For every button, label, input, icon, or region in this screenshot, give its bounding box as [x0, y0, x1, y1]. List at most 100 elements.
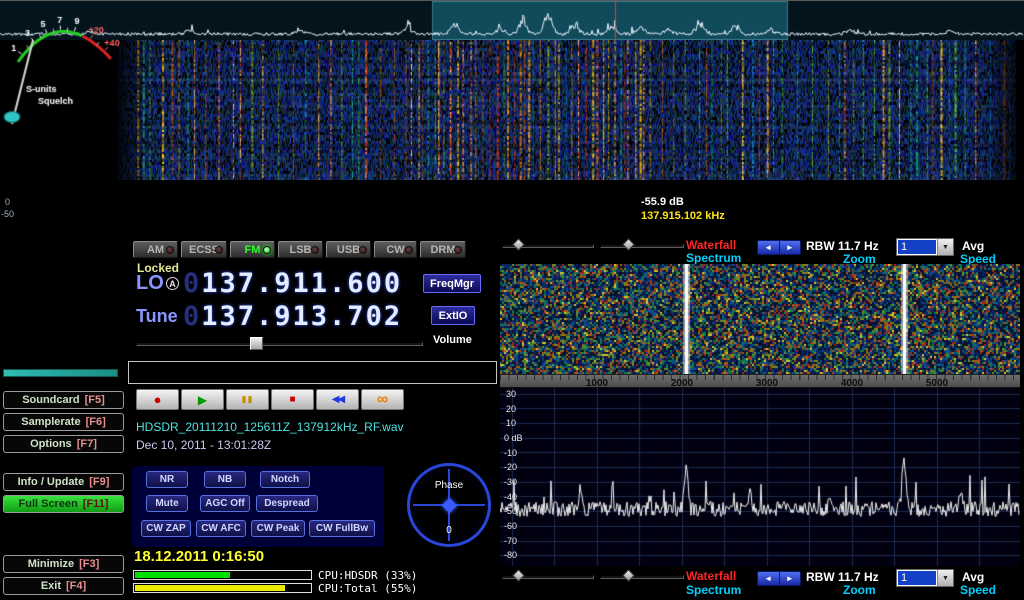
volume-slider-thumb[interactable]	[250, 337, 263, 350]
cw-zap-button[interactable]: CW ZAP	[141, 520, 191, 537]
options-button[interactable]: Options[F7]	[3, 435, 124, 453]
nb-button[interactable]: NB	[204, 471, 246, 488]
minimize-button[interactable]: Minimize[F3]	[3, 555, 124, 573]
mode-label: DRM	[430, 244, 455, 256]
mode-label: CW	[386, 244, 404, 256]
extio-button[interactable]: ExtIO	[431, 306, 475, 325]
mode-led-icon	[215, 246, 223, 254]
soundcard-button[interactable]: Soundcard[F5]	[3, 391, 124, 409]
mode-button-usb[interactable]: USB	[326, 241, 371, 258]
full-screen-button[interactable]: Full Screen[F11]	[3, 495, 124, 513]
dropdown-arrow-icon[interactable]: ▼	[937, 570, 953, 586]
tune-label: Tune	[136, 306, 178, 327]
mute-button[interactable]: Mute	[146, 495, 188, 512]
cw-afc-button[interactable]: CW AFC	[196, 520, 246, 537]
rf-rbw-label: RBW 11.7 Hz	[806, 239, 879, 253]
pause-button[interactable]: ▮▮	[226, 389, 269, 410]
cpu-total-text: CPU:Total (55%)	[318, 582, 417, 595]
mode-label: USB	[337, 244, 360, 256]
db-tick-label: 10	[506, 418, 516, 428]
mode-button-fm[interactable]: FM	[230, 241, 275, 258]
agc-off-button[interactable]: AGC Off	[200, 495, 250, 512]
clock-display: 18.12.2011 0:16:50	[134, 548, 264, 565]
cw-peak-button[interactable]: CW Peak	[251, 520, 305, 537]
af-contrast-slider-thumb[interactable]	[622, 569, 635, 582]
freqmgr-button[interactable]: FreqMgr	[423, 274, 481, 293]
cw-fullbw-button[interactable]: CW FullBw	[309, 520, 375, 537]
af-zoom-spinner[interactable]: ◄ ►	[757, 571, 801, 586]
rf-avg-label: Avg	[962, 239, 984, 253]
phase-dial[interactable]: Phase 0	[407, 463, 491, 547]
af-spectrum[interactable]	[500, 388, 1020, 566]
mode-label: AM	[147, 244, 164, 256]
lo-frequency-display[interactable]: 0137.911.600	[183, 268, 402, 299]
rf-brightness-slider-thumb[interactable]	[512, 238, 525, 251]
squelch-level-bar[interactable]	[3, 369, 118, 377]
af-spectrum-label[interactable]: Spectrum	[686, 583, 741, 597]
notch-button[interactable]: Notch	[260, 471, 310, 488]
af-speed-label: Speed	[960, 583, 996, 597]
rewind-button[interactable]: ◀◀	[316, 389, 359, 410]
despread-button[interactable]: Despread	[256, 495, 318, 512]
mode-button-ecss[interactable]: ECSS	[181, 241, 227, 258]
vfo-a-badge[interactable]: A	[166, 277, 179, 290]
tune-frequency-value: 137.913.702	[201, 301, 402, 332]
menu-hotkey: [F6]	[86, 416, 106, 428]
rf-avg-combobox[interactable]: 1 ▼	[896, 238, 954, 256]
lo-frequency-value: 137.911.600	[201, 268, 402, 299]
mode-button-drm[interactable]: DRM	[420, 241, 466, 258]
menu-label: Options	[30, 438, 72, 450]
db-tick-label: -10	[504, 448, 517, 458]
spin-left-icon[interactable]: ◄	[758, 572, 780, 585]
loop-button[interactable]: ∞	[361, 389, 404, 410]
info-update-button[interactable]: Info / Update[F9]	[3, 473, 124, 491]
cpu-hdsdr-bar-fill	[135, 572, 230, 578]
overview-db-tick-0: 0	[5, 197, 10, 207]
rf-zoom-waterfall[interactable]	[500, 264, 1020, 374]
af-contrast-slider-track[interactable]	[600, 575, 684, 579]
record-button[interactable]: ●	[136, 389, 179, 410]
stop-button[interactable]: ■	[271, 389, 314, 410]
volume-slider-track[interactable]	[136, 342, 423, 346]
menu-label: Soundcard	[22, 394, 79, 406]
af-zoom-label: Zoom	[843, 583, 876, 597]
mode-button-lsb[interactable]: LSB	[278, 241, 323, 258]
rf-contrast-slider-thumb[interactable]	[622, 238, 635, 251]
db-tick-label: -70	[504, 536, 517, 546]
cursor-frequency-readout: 137.915.102 kHz	[641, 210, 725, 222]
tune-frequency-display[interactable]: 0137.913.702	[183, 301, 402, 332]
overview-spectrum[interactable]	[0, 0, 1024, 40]
recording-timestamp: Dec 10, 2011 - 13:01:28Z	[136, 438, 271, 452]
s-meter	[0, 0, 130, 128]
rf-contrast-slider-track[interactable]	[600, 244, 684, 248]
play-button[interactable]: ▶	[181, 389, 224, 410]
af-rbw-label: RBW 11.7 Hz	[806, 570, 879, 584]
mode-led-icon	[166, 246, 174, 254]
mode-button-am[interactable]: AM	[133, 241, 178, 258]
menu-label: Minimize	[28, 558, 74, 570]
volume-label: Volume	[433, 334, 472, 346]
af-brightness-slider-thumb[interactable]	[512, 569, 525, 582]
rf-zoom-spinner[interactable]: ◄ ►	[757, 240, 801, 255]
af-waterfall-label[interactable]: Waterfall	[686, 569, 736, 583]
spin-left-icon[interactable]: ◄	[758, 241, 780, 254]
pause-icon: ▮▮	[242, 394, 254, 405]
record-icon: ●	[154, 392, 162, 407]
db-tick-label: -40	[504, 492, 517, 502]
rf-spectrum-label[interactable]: Spectrum	[686, 251, 741, 265]
dropdown-arrow-icon[interactable]: ▼	[937, 239, 953, 255]
af-avg-combobox[interactable]: 1 ▼	[896, 569, 954, 587]
menu-label: Full Screen	[19, 498, 78, 510]
samplerate-button[interactable]: Samplerate[F6]	[3, 413, 124, 431]
cpu-total-bar-fill	[135, 585, 285, 591]
af-avg-value: 1	[898, 571, 936, 585]
spin-right-icon[interactable]: ►	[780, 241, 801, 254]
spin-right-icon[interactable]: ►	[780, 572, 801, 585]
exit-button[interactable]: Exit[F4]	[3, 577, 124, 595]
mode-button-cw[interactable]: CW	[374, 241, 417, 258]
nr-button[interactable]: NR	[146, 471, 188, 488]
af-frequency-ruler[interactable]: 1000 2000 3000 4000 5000	[500, 374, 1020, 388]
db-tick-label: -30	[504, 477, 517, 487]
rf-waterfall-label[interactable]: Waterfall	[686, 238, 736, 252]
mode-label: LSB	[290, 244, 312, 256]
